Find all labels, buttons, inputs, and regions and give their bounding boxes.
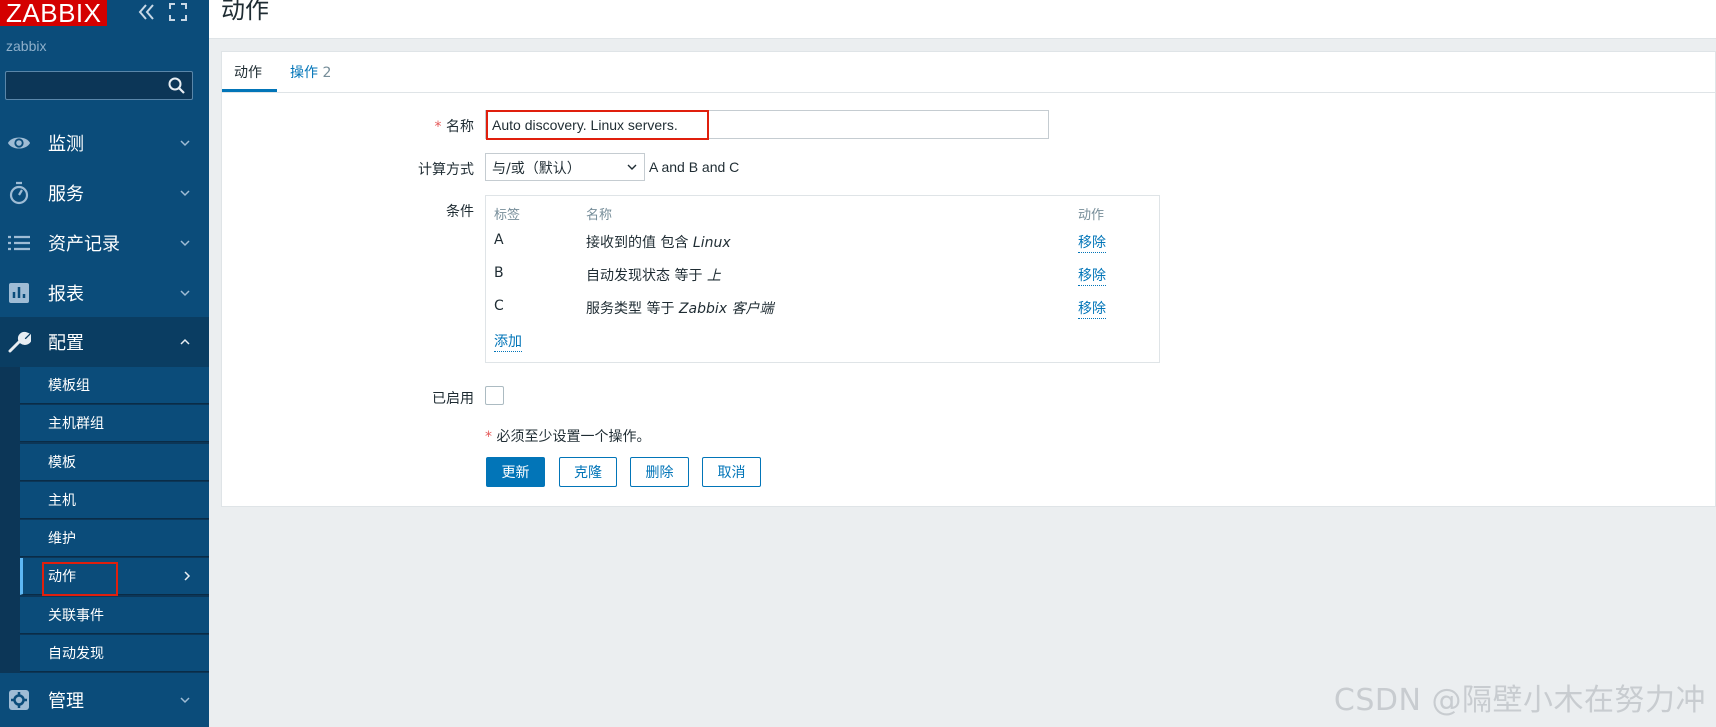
delete-button[interactable]: 删除 xyxy=(630,457,689,487)
menu-monitoring[interactable]: 监测 xyxy=(0,118,209,168)
tab-label: 操作 xyxy=(290,65,318,81)
add-condition-link[interactable]: 添加 xyxy=(494,331,522,352)
active-tab-indicator xyxy=(222,89,277,92)
tab-operations[interactable]: 操作 2 xyxy=(290,62,331,90)
condition-label-a: A xyxy=(494,232,504,248)
menu-label: 报表 xyxy=(48,284,84,305)
submenu-host-groups[interactable]: 主机群组 xyxy=(20,405,209,442)
menu-configuration[interactable]: 配置 xyxy=(0,317,209,367)
chevron-down-icon xyxy=(178,286,192,300)
chevron-down-icon xyxy=(626,161,638,173)
wrench-icon xyxy=(7,330,31,354)
tab-action[interactable]: 动作 xyxy=(234,62,262,90)
sidebar: ZABBIX zabbix 监测 服务 资产记录 报表 配置 模板组 主机群组 … xyxy=(0,0,209,727)
column-header-action: 动作 xyxy=(1078,208,1105,223)
column-header-label: 标签 xyxy=(494,208,521,223)
tab-bar: 动作 操作 2 xyxy=(222,52,1715,93)
submenu-template-groups[interactable]: 模板组 xyxy=(20,367,209,404)
conditions-label: 条件 xyxy=(446,204,474,220)
menu-services[interactable]: 服务 xyxy=(0,168,209,218)
cancel-button[interactable]: 取消 xyxy=(702,457,761,487)
user-name: zabbix xyxy=(6,38,47,54)
name-label: * 名称 xyxy=(434,119,474,135)
tab-count-badge: 2 xyxy=(322,65,332,81)
required-asterisk: * xyxy=(434,119,446,135)
calculation-formula: A and B and C xyxy=(649,159,740,175)
bar-chart-icon xyxy=(7,281,31,305)
submenu-templates[interactable]: 模板 xyxy=(20,444,209,481)
condition-label-c: C xyxy=(494,298,504,314)
watermark-text: CSDN @隔壁小木在努力冲 xyxy=(1333,683,1706,718)
menu-label: 服务 xyxy=(48,184,84,205)
submenu-event-correlation[interactable]: 关联事件 xyxy=(20,597,209,634)
chevron-down-icon xyxy=(178,693,192,707)
title-bar xyxy=(209,0,1716,39)
required-asterisk: * xyxy=(485,429,497,445)
configuration-submenu: 模板组 主机群组 模板 主机 维护 动作 关联事件 自动发现 xyxy=(0,367,209,673)
condition-name-c: 服务类型 等于 Zabbix 客户端 xyxy=(586,301,774,317)
condition-label-b: B xyxy=(494,265,504,281)
conditions-table: 标签 名称 动作 A 接收到的值 包含 Linux 移除 B 自动发现状态 等于… xyxy=(485,195,1160,363)
menu-administration[interactable]: 管理 xyxy=(0,673,209,727)
chevron-down-icon xyxy=(178,136,192,150)
calculation-label: 计算方式 xyxy=(418,162,474,178)
condition-name-b: 自动发现状态 等于 上 xyxy=(586,268,721,284)
submenu-discovery[interactable]: 自动发现 xyxy=(20,635,209,672)
menu-label: 管理 xyxy=(48,691,84,712)
chevron-up-icon xyxy=(178,335,192,349)
remove-condition-b-link[interactable]: 移除 xyxy=(1078,265,1106,286)
zabbix-logo[interactable]: ZABBIX xyxy=(0,0,108,26)
chevron-right-icon xyxy=(181,570,193,582)
gear-icon xyxy=(7,688,31,712)
required-operation-note: * 必须至少设置一个操作。 xyxy=(485,429,651,445)
list-icon xyxy=(7,231,31,255)
chevron-down-icon xyxy=(178,236,192,250)
sidebar-search-input[interactable] xyxy=(5,71,193,100)
collapse-sidebar-icon[interactable] xyxy=(135,0,159,24)
condition-name-a: 接收到的值 包含 Linux xyxy=(586,235,731,251)
enabled-label: 已启用 xyxy=(432,391,474,407)
menu-reports[interactable]: 报表 xyxy=(0,268,209,318)
kiosk-mode-icon[interactable] xyxy=(166,0,190,24)
chevron-down-icon xyxy=(178,186,192,200)
column-header-name: 名称 xyxy=(586,208,613,223)
remove-condition-c-link[interactable]: 移除 xyxy=(1078,298,1106,319)
name-input[interactable] xyxy=(485,110,1049,139)
menu-inventory[interactable]: 资产记录 xyxy=(0,218,209,268)
annotation-highlight-box xyxy=(42,562,118,596)
calculation-type-select[interactable]: 与/或（默认） xyxy=(485,153,645,181)
menu-label: 资产记录 xyxy=(48,234,120,255)
menu-label: 配置 xyxy=(48,333,84,354)
tab-label: 动作 xyxy=(234,65,262,81)
menu-label: 监测 xyxy=(48,134,84,155)
eye-icon xyxy=(7,131,31,155)
search-icon[interactable] xyxy=(167,76,187,96)
select-value: 与/或（默认） xyxy=(492,161,581,177)
remove-condition-a-link[interactable]: 移除 xyxy=(1078,232,1106,253)
clone-button[interactable]: 克隆 xyxy=(559,457,617,487)
enabled-checkbox[interactable] xyxy=(485,386,504,405)
submenu-maintenance[interactable]: 维护 xyxy=(20,520,209,557)
submenu-hosts[interactable]: 主机 xyxy=(20,482,209,519)
update-button[interactable]: 更新 xyxy=(486,457,545,487)
stopwatch-icon xyxy=(7,181,31,205)
page-title: 动作 xyxy=(221,0,269,24)
